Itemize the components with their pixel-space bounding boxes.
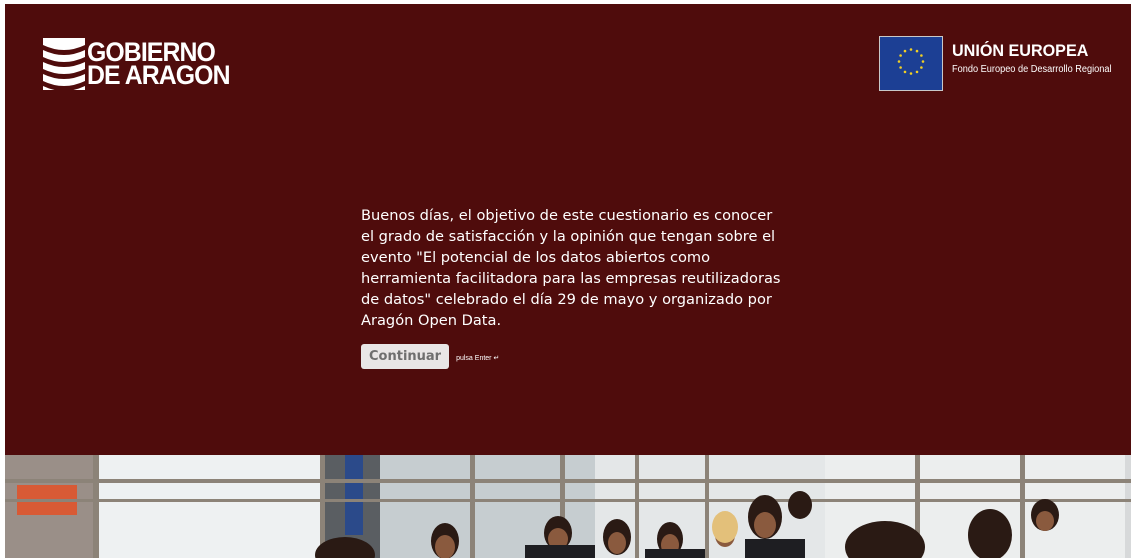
gobierno-aragon-wordmark: GOBIERNO DE ARAGON: [87, 39, 242, 90]
welcome-screen: GOBIERNO DE ARAGON UNIÓN EUROPEA Fondo E…: [5, 4, 1131, 558]
press-enter-hint: pulsa Enter ↵: [456, 355, 500, 362]
welcome-actions: Continuar pulsa Enter ↵: [361, 344, 499, 369]
union-europea-logo: UNIÓN EUROPEA Fondo Europeo de Desarroll…: [878, 36, 1125, 91]
aragon-stripes-icon: [43, 38, 85, 90]
event-audience-photo: [5, 455, 1131, 558]
welcome-message: Buenos días, el objetivo de este cuestio…: [361, 207, 781, 329]
gobierno-line2: DE ARAGON: [87, 60, 231, 90]
gobierno-aragon-logo: GOBIERNO DE ARAGON: [43, 38, 242, 90]
continue-button[interactable]: Continuar: [361, 344, 450, 369]
eu-subtitle: Fondo Europeo de Desarrollo Regional: [951, 64, 1112, 75]
eu-flag-icon: [878, 36, 943, 91]
eu-title: UNIÓN EUROPEA: [951, 41, 1088, 60]
